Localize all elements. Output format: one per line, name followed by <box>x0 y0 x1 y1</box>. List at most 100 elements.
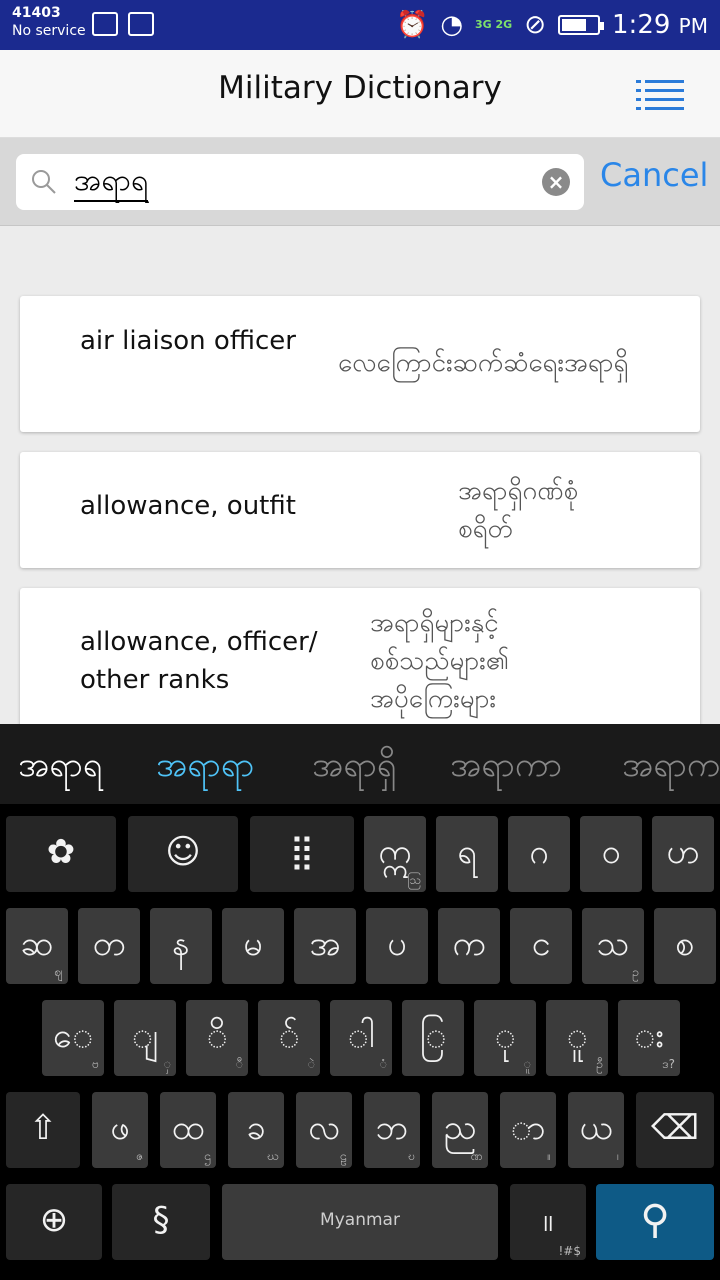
key-secondary-label: ဌ <box>204 1149 211 1163</box>
key[interactable]: န <box>150 908 212 984</box>
key-label: အ <box>309 924 341 964</box>
globe-key[interactable]: ⊕ <box>6 1184 102 1260</box>
status-icons: ⏰ ◔ 3G 2G ⊘ 1:29 PM <box>396 8 708 42</box>
suggestion-item[interactable]: အရာက <box>622 742 720 793</box>
key[interactable]: ်ဲ <box>258 1000 320 1076</box>
key[interactable]: ဆဈ <box>6 908 68 984</box>
key[interactable]: းဒ? <box>618 1000 680 1076</box>
key-label: ေ <box>52 1016 94 1056</box>
key[interactable]: င <box>510 908 572 984</box>
space-bar-key[interactable]: Myanmar <box>222 1184 498 1260</box>
key[interactable]: ထဌ <box>160 1092 216 1168</box>
suggestion-item[interactable]: အရာကာ <box>450 742 562 793</box>
blocked-icon: ⊘ <box>524 10 547 40</box>
alarm-icon: ⏰ <box>395 10 429 40</box>
key[interactable]: လဠ <box>296 1092 352 1168</box>
key-secondary-label: ဠ <box>340 1149 347 1163</box>
key-label: ု <box>494 1016 516 1056</box>
key-secondary-label: ဇ <box>135 1149 143 1163</box>
key[interactable]: ျှ <box>114 1000 176 1076</box>
result-myanmar: လေကြောင်းဆက်ဆံရေးအရာရှိ <box>338 348 629 378</box>
key[interactable]: ဘဎ <box>364 1092 420 1168</box>
key[interactable]: ဂ <box>508 816 570 892</box>
key[interactable]: ညဏ <box>432 1092 488 1168</box>
key[interactable]: မ <box>222 908 284 984</box>
key-label: း <box>634 1016 664 1056</box>
signal-icon: 3G 2G <box>475 18 513 31</box>
key-secondary-label: ဈ <box>54 965 63 979</box>
clock-ampm: PM <box>678 14 708 38</box>
cancel-button[interactable]: Cancel <box>600 156 708 194</box>
key[interactable]: ဟ <box>652 816 714 892</box>
key-label: ဆ <box>20 924 54 964</box>
key[interactable]: ေဗ <box>42 1000 104 1076</box>
key[interactable]: ြ <box>402 1000 464 1076</box>
key[interactable]: က <box>438 908 500 984</box>
key[interactable]: ယ၊ <box>568 1092 624 1168</box>
key-secondary-label: ဃ <box>267 1149 279 1163</box>
key[interactable]: ုူ <box>474 1000 536 1076</box>
backspace-icon: ⌫ <box>650 1108 700 1148</box>
key-label: လ <box>308 1108 340 1148</box>
numpad-key[interactable]: ⣿ <box>250 816 354 892</box>
key[interactable]: စ <box>654 908 716 984</box>
backspace-key[interactable]: ⌫ <box>636 1092 714 1168</box>
key-secondary-label: ံ <box>379 1057 387 1071</box>
key[interactable]: ူဦ <box>546 1000 608 1076</box>
clear-search-button[interactable]: × <box>542 168 570 196</box>
result-myanmar: အရာရှိများနှင့် စစ်သည်များ၏ အပိုကြေးများ <box>370 608 509 714</box>
key[interactable]: အ <box>294 908 356 984</box>
key[interactable]: ဝ <box>580 816 642 892</box>
result-item[interactable]: allowance, officer/ other ranks အရာရှိမျ… <box>20 588 700 724</box>
result-english: allowance, officer/ other ranks <box>80 627 318 695</box>
result-item[interactable]: allowance, outfit အရာရှိဂဏ်စုံ စရိတ် <box>20 452 700 568</box>
key-label: ါ <box>347 1016 375 1056</box>
key-label: ဖ <box>110 1108 130 1148</box>
key[interactable]: ဣဩ <box>364 816 426 892</box>
flower-icon: ✿ <box>46 832 76 872</box>
key-secondary-label: ူ <box>523 1057 531 1071</box>
key-label: င <box>531 924 551 964</box>
section-key[interactable]: § <box>112 1184 210 1260</box>
key[interactable]: ိီ <box>186 1000 248 1076</box>
emoji-icon: ☺ <box>165 832 201 872</box>
search-key-key[interactable]: ⚲ <box>596 1184 714 1260</box>
result-english: air liaison officer <box>80 326 296 356</box>
search-icon <box>32 170 56 194</box>
battery-icon <box>558 15 605 35</box>
key-label: ာ <box>510 1108 546 1148</box>
result-item[interactable]: air liaison officer လေကြောင်းဆက်ဆံရေးအရာ… <box>20 296 700 432</box>
key-secondary-label: ။ <box>547 1149 551 1163</box>
key-label: ဟ <box>666 832 700 872</box>
key[interactable]: သဥ <box>582 908 644 984</box>
key[interactable]: ။ !#$ <box>510 1184 586 1260</box>
key-secondary-label: ှ <box>163 1057 171 1071</box>
key[interactable]: ရ <box>436 816 498 892</box>
suggestion-item[interactable]: အရာရ <box>18 742 102 793</box>
shift-key[interactable]: ⇧ <box>6 1092 80 1168</box>
search-query: အရာရ <box>74 162 149 202</box>
key-secondary-label: ဎ <box>408 1149 415 1163</box>
status-bar: 41403 No service ⏰ ◔ 3G 2G ⊘ 1:29 PM <box>0 0 720 50</box>
flower-key[interactable]: ✿ <box>6 816 116 892</box>
menu-button[interactable] <box>636 80 684 110</box>
key[interactable]: ပ <box>366 908 428 984</box>
key-label: န <box>172 924 190 964</box>
key-secondary-label: ဩ <box>407 873 421 887</box>
suggestion-item[interactable]: အရာရှိ <box>312 742 396 793</box>
key[interactable]: ာ။ <box>500 1092 556 1168</box>
key-secondary-label: ၊ <box>617 1149 619 1163</box>
key-secondary-label: ဒ? <box>662 1057 675 1071</box>
key-label: ဝ <box>601 832 621 872</box>
key[interactable]: တ <box>78 908 140 984</box>
key-label: ူ <box>566 1016 588 1056</box>
key[interactable]: ခဃ <box>228 1092 284 1168</box>
key[interactable]: ဖဇ <box>92 1092 148 1168</box>
results-list: air liaison officer လေကြောင်းဆက်ဆံရေးအရာ… <box>0 226 720 724</box>
section-icon: § <box>152 1200 170 1240</box>
suggestion-item[interactable]: အရာရာ <box>156 742 254 793</box>
key[interactable]: ါံ <box>330 1000 392 1076</box>
space-bar: Myanmar <box>320 1210 400 1230</box>
emoji-key[interactable]: ☺ <box>128 816 238 892</box>
search-input[interactable]: အရာရ × <box>16 154 584 210</box>
